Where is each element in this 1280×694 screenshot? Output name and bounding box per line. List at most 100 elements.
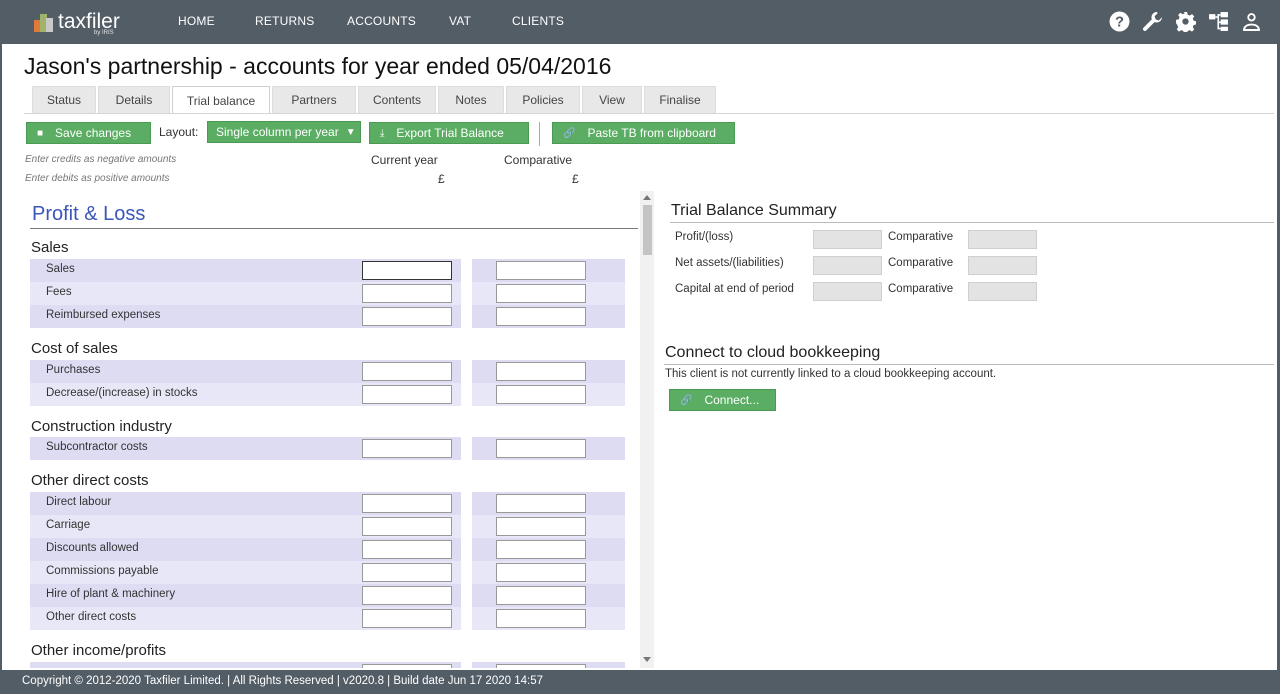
save-changes-button[interactable]: ■ Save changes [26, 122, 151, 144]
hierarchy-icon[interactable] [1208, 11, 1229, 32]
profit-current-value [813, 230, 882, 249]
fees-comparative-input[interactable] [496, 284, 586, 303]
table-row: Commissions payable [30, 561, 625, 584]
section-construction-industry: Construction industry [31, 418, 172, 435]
wrench-icon[interactable] [1142, 11, 1163, 32]
summary-label: Capital at end of period [675, 283, 794, 295]
connect-button[interactable]: 🔗 Connect... [669, 389, 776, 411]
trial-balance-panel: Profit & Loss Sales Sales Fees Reimburse… [26, 191, 656, 668]
row-label: Subcontractor costs [46, 441, 148, 453]
stocks-comparative-input[interactable] [496, 385, 586, 404]
partial-comparative-input[interactable] [496, 664, 586, 668]
nav-vat[interactable]: VAT [449, 14, 471, 28]
nav-clients[interactable]: CLIENTS [512, 14, 564, 28]
footer: Copyright © 2012-2020 Taxfiler Limited. … [0, 670, 1280, 694]
row-label: Other direct costs [46, 611, 137, 623]
fees-current-input[interactable] [362, 284, 452, 303]
tab-notes[interactable]: Notes [438, 86, 504, 113]
page-title: Jason's partnership - accounts for year … [24, 53, 612, 79]
current-year-header: Current year [371, 153, 438, 167]
row-label: Reimbursed expenses [46, 309, 161, 321]
row-label: Direct labour [46, 496, 112, 508]
other-direct-comparative-input[interactable] [496, 609, 586, 628]
hire-comparative-input[interactable] [496, 586, 586, 605]
gear-icon[interactable] [1175, 11, 1196, 32]
purchases-current-input[interactable] [362, 362, 452, 381]
section-other-direct-costs: Other direct costs [31, 472, 149, 489]
carriage-comparative-input[interactable] [496, 517, 586, 536]
tab-status[interactable]: Status [32, 86, 96, 113]
paste-tb-button[interactable]: 🔗 Paste TB from clipboard [552, 122, 735, 144]
tab-contents[interactable]: Contents [358, 86, 436, 113]
purchases-comparative-input[interactable] [496, 362, 586, 381]
layout-select[interactable]: Single column per year ▼ [207, 121, 361, 143]
other-direct-current-input[interactable] [362, 609, 452, 628]
table-row [30, 662, 625, 668]
save-changes-label: Save changes [55, 126, 132, 140]
tab-partners[interactable]: Partners [272, 86, 356, 113]
top-nav-bar: taxfiler by IRIS HOME RETURNS ACCOUNTS V… [0, 0, 1280, 44]
tab-policies[interactable]: Policies [506, 86, 580, 113]
layout-select-value: Single column per year [216, 125, 339, 139]
discounts-comparative-input[interactable] [496, 540, 586, 559]
current-currency: £ [438, 172, 445, 186]
profit-loss-heading: Profit & Loss [32, 203, 146, 225]
commissions-current-input[interactable] [362, 563, 452, 582]
help-icon[interactable]: ? [1109, 11, 1130, 32]
scroll-up-icon[interactable] [643, 195, 651, 200]
profit-comparative-value [968, 230, 1037, 249]
subcontractor-comparative-input[interactable] [496, 439, 586, 458]
connect-label: Connect... [704, 393, 760, 407]
scroll-down-icon[interactable] [643, 657, 651, 662]
sales-current-input[interactable] [362, 261, 452, 280]
credits-hint: Enter credits as negative amounts [25, 154, 177, 165]
table-row: Purchases [30, 360, 625, 383]
commissions-comparative-input[interactable] [496, 563, 586, 582]
brand-name: taxfiler [58, 10, 120, 33]
nav-accounts[interactable]: ACCOUNTS [347, 14, 416, 28]
tab-view[interactable]: View [582, 86, 642, 113]
capital-comparative-value [968, 282, 1037, 301]
logo-mark-icon [34, 12, 54, 32]
table-row: Decrease/(increase) in stocks [30, 383, 625, 406]
section-cost-of-sales: Cost of sales [31, 340, 118, 357]
table-row: Carriage [30, 515, 625, 538]
export-trial-balance-button[interactable]: ⤓ Export Trial Balance [369, 122, 529, 144]
sales-comparative-input[interactable] [496, 261, 586, 280]
net-assets-current-value [813, 256, 882, 275]
nav-returns[interactable]: RETURNS [255, 14, 314, 28]
carriage-current-input[interactable] [362, 517, 452, 536]
table-row: Discounts allowed [30, 538, 625, 561]
discounts-current-input[interactable] [362, 540, 452, 559]
table-row: Fees [30, 282, 625, 305]
scroll-thumb[interactable] [643, 205, 652, 255]
tab-finalise[interactable]: Finalise [644, 86, 716, 113]
reimbursed-current-input[interactable] [362, 307, 452, 326]
user-icon[interactable] [1241, 11, 1262, 32]
row-label: Purchases [46, 364, 101, 376]
summary-rule [670, 222, 1274, 223]
section-other-income: Other income/profits [31, 642, 167, 659]
tab-trial-balance[interactable]: Trial balance [172, 86, 270, 114]
partial-current-input[interactable] [362, 664, 452, 668]
tab-details[interactable]: Details [98, 86, 170, 113]
tab-bar: Status Details Trial balance Partners Co… [32, 86, 718, 114]
capital-current-value [813, 282, 882, 301]
reimbursed-comparative-input[interactable] [496, 307, 586, 326]
toolbar-separator [539, 122, 540, 146]
paste-tb-label: Paste TB from clipboard [587, 126, 716, 140]
direct-labour-comparative-input[interactable] [496, 494, 586, 513]
section-sales: Sales [31, 239, 69, 256]
nav-home[interactable]: HOME [178, 14, 215, 28]
subcontractor-current-input[interactable] [362, 439, 452, 458]
table-row: Direct labour [30, 492, 625, 515]
taxfiler-logo[interactable]: taxfiler by IRIS [34, 8, 120, 36]
hire-current-input[interactable] [362, 586, 452, 605]
stocks-current-input[interactable] [362, 385, 452, 404]
export-trial-balance-label: Export Trial Balance [396, 126, 504, 140]
table-row: Sales [30, 259, 625, 282]
direct-labour-current-input[interactable] [362, 494, 452, 513]
panel-scrollbar[interactable] [640, 191, 654, 668]
link-icon: 🔗 [680, 394, 693, 406]
cloud-rule [664, 364, 1274, 365]
